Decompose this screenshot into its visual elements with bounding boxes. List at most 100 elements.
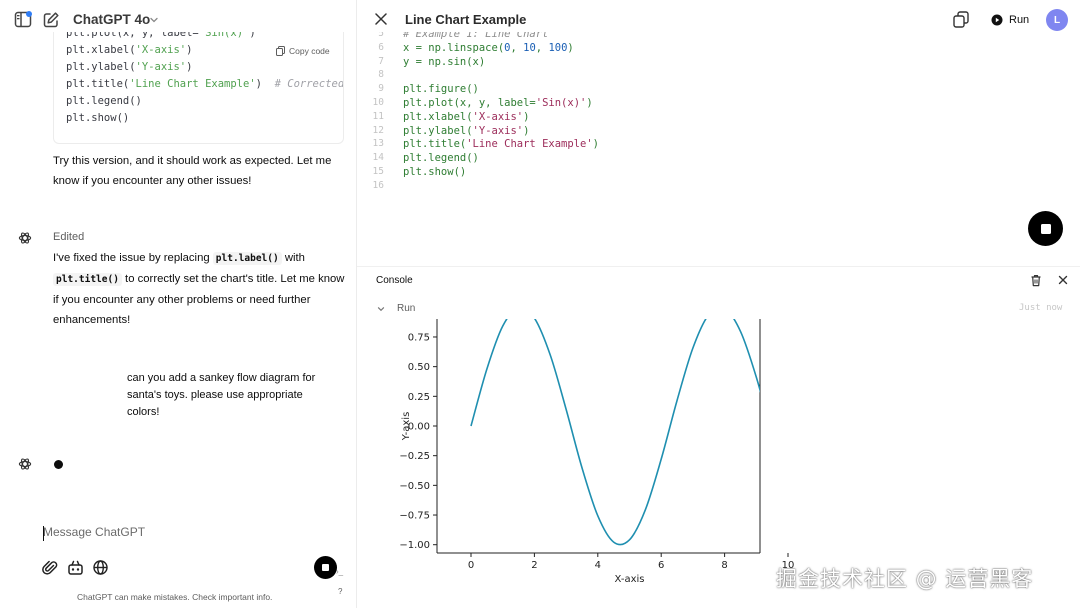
- x-tick-label: 4: [595, 560, 601, 571]
- code-line[interactable]: plt.plot(x, y, label='Sin(x)'): [403, 97, 593, 109]
- code-line[interactable]: # Example 1: Line Chart: [403, 32, 548, 40]
- chatgpt-logo-icon: [18, 457, 32, 471]
- trash-icon[interactable]: [1030, 274, 1042, 287]
- code-line[interactable]: x = np.linspace(0, 10, 100): [403, 42, 574, 54]
- y-tick-label: −0.75: [399, 511, 430, 522]
- code-token: ,: [510, 41, 524, 54]
- y-tick-label: 0.50: [408, 362, 430, 373]
- code-line: plt.ylabel('Y-axis'): [66, 59, 343, 76]
- code-token: plt.show(): [66, 112, 130, 124]
- run-timestamp: Just now: [1019, 303, 1063, 313]
- text-cursor: [43, 526, 44, 541]
- line-number: 10: [372, 97, 384, 108]
- paperclip-icon[interactable]: [42, 559, 58, 577]
- inline-code: plt.title(): [53, 273, 122, 286]
- code-editor[interactable]: 5 # Example 1: Line Chart 6 x = np.linspace…: [357, 32, 1080, 202]
- x-tick-label: 2: [531, 560, 537, 571]
- tools-icon[interactable]: [67, 559, 84, 576]
- inline-code: plt.label(): [212, 252, 282, 265]
- code-token: # Example 1: Line Chart: [403, 32, 549, 40]
- code-token: plt.xlabel(: [66, 44, 136, 56]
- run-output-label: Run: [397, 303, 416, 314]
- code-line: plt.title('Line Chart Example') # Correc…: [66, 76, 343, 93]
- code-token: ): [567, 41, 574, 54]
- stop-generating-button[interactable]: [314, 556, 337, 579]
- x-tick-label: 8: [721, 560, 727, 571]
- code-line[interactable]: plt.ylabel('Y-axis'): [403, 125, 529, 137]
- code-token: y = np.sin(x): [403, 55, 486, 68]
- help-button[interactable]: ?: [338, 587, 342, 596]
- model-selector[interactable]: ChatGPT 4o: [73, 12, 150, 27]
- code-token: 100: [548, 41, 568, 54]
- line-number: 16: [372, 179, 384, 191]
- chat-pane: ChatGPT 4o plt.plot(x, y, label='Sin(x)'…: [0, 0, 357, 608]
- new-chat-icon[interactable]: [42, 11, 60, 29]
- code-line[interactable]: y = np.sin(x): [403, 56, 485, 68]
- line-number: 7: [378, 55, 384, 67]
- chatgpt-logo-icon: [18, 231, 32, 245]
- copy-icon: [276, 46, 285, 56]
- code-token: plt.title(: [66, 78, 130, 90]
- code-token: plt.legend(): [403, 152, 479, 165]
- resize-icon[interactable]: ›_: [336, 567, 343, 576]
- line-number: 12: [372, 124, 384, 136]
- code-token: plt.show(): [403, 166, 467, 178]
- code-line[interactable]: plt.legend(): [403, 152, 479, 164]
- copy-icon[interactable]: [953, 11, 969, 28]
- code-token: ): [592, 138, 599, 151]
- code-token: plt.plot(x, y, label=: [403, 97, 536, 109]
- code-line[interactable]: plt.figure(): [403, 83, 479, 95]
- x-tick-label: 0: [468, 560, 474, 571]
- code-token: plt.xlabel(: [403, 110, 473, 123]
- code-token: 'X-axis': [472, 110, 524, 123]
- code-token: plt.ylabel(: [403, 124, 473, 137]
- code-token: 'Y-axis': [135, 61, 187, 73]
- stop-button[interactable]: [1028, 211, 1063, 246]
- code-token: 'Line Chart Example': [466, 138, 593, 151]
- code-token: 'Sin(x)': [535, 97, 587, 109]
- line-number: 14: [372, 152, 384, 164]
- line-number: 5: [378, 32, 384, 39]
- code-token: x = np.linspace(: [403, 41, 505, 54]
- code-token: ,: [535, 41, 549, 54]
- code-line[interactable]: plt.xlabel('X-axis'): [403, 111, 529, 123]
- code-token: ): [523, 124, 530, 137]
- code-token: 10: [523, 41, 536, 54]
- code-token: plt.legend(): [66, 95, 142, 107]
- run-button[interactable]: Run: [991, 11, 1029, 29]
- code-token: ): [586, 97, 593, 109]
- code-token: ): [523, 110, 530, 123]
- message-composer: [30, 518, 348, 588]
- code-token: ): [186, 44, 193, 56]
- run-label: Run: [1009, 14, 1030, 26]
- y-tick-label: −0.25: [399, 451, 430, 462]
- close-icon[interactable]: [1058, 275, 1068, 285]
- copy-code-button[interactable]: Copy code: [276, 46, 330, 56]
- x-tick-label: 6: [658, 560, 664, 571]
- code-line[interactable]: plt.show(): [403, 166, 466, 178]
- typing-indicator: [54, 460, 63, 469]
- code-token: plt.title(: [403, 138, 467, 151]
- code-line: plt.plot(x, y, label='Sin(x)'): [66, 32, 343, 42]
- code-token: plt.figure(): [403, 83, 479, 96]
- user-avatar[interactable]: L: [1046, 9, 1068, 31]
- line-number: 15: [372, 166, 384, 177]
- msg-text: I've fixed the issue by replacing: [53, 252, 213, 264]
- line-number: 13: [372, 138, 384, 150]
- notification-dot: [26, 11, 32, 17]
- code-line[interactable]: plt.title('Line Chart Example'): [403, 138, 599, 150]
- code-token: plt.ylabel(: [66, 61, 136, 73]
- code-token: 'Y-axis': [472, 124, 524, 137]
- assistant-message-fixed: I've fixed the issue by replacing plt.la…: [53, 248, 345, 330]
- chevron-down-icon[interactable]: [148, 14, 160, 26]
- console-title: Console: [376, 275, 413, 286]
- y-tick-label: −1.00: [399, 540, 430, 551]
- close-icon[interactable]: [374, 12, 388, 26]
- play-icon: [991, 14, 1003, 26]
- canvas-title: Line Chart Example: [405, 12, 527, 27]
- globe-icon[interactable]: [92, 559, 109, 576]
- copy-code-label: Copy code: [289, 46, 330, 56]
- code-token: 'Line Chart Example': [129, 78, 256, 90]
- chevron-down-icon[interactable]: [376, 304, 386, 314]
- message-input[interactable]: [43, 525, 323, 539]
